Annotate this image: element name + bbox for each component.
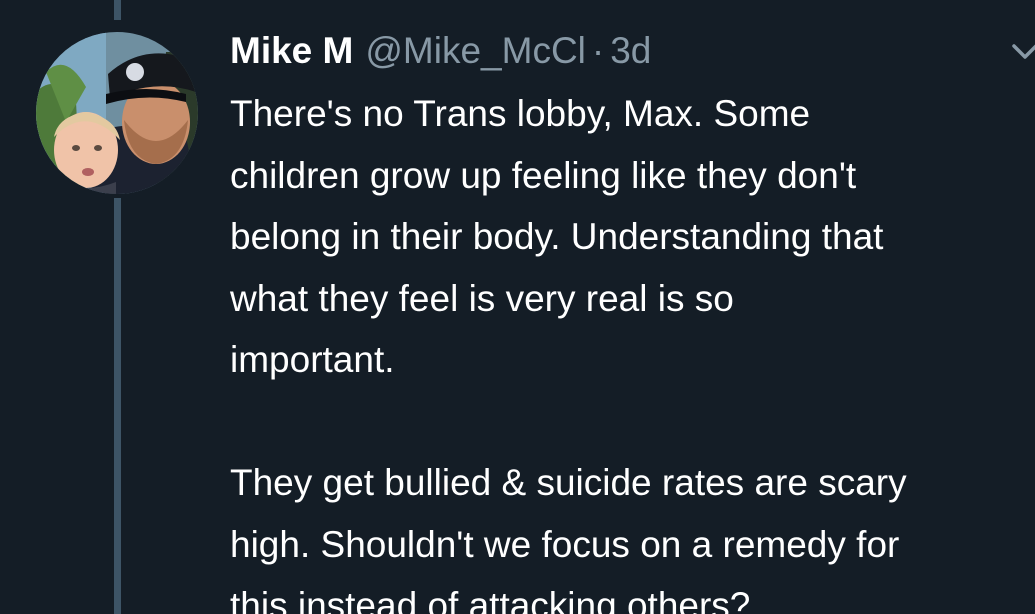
tweet-paragraph: There's no Trans lobby, Max. Some childr… xyxy=(230,93,884,380)
tweet-header: Mike M @Mike_McCl · 3d xyxy=(230,26,651,76)
thread-connector-top xyxy=(114,0,121,20)
tweet-body: There's no Trans lobby, Max. Some childr… xyxy=(230,83,1035,614)
thread-connector-bottom xyxy=(114,198,121,614)
timestamp[interactable]: 3d xyxy=(610,26,651,76)
separator-dot: · xyxy=(591,30,605,71)
tweet-paragraph: They get bullied & suicide rates are sca… xyxy=(230,462,907,614)
avatar-photo xyxy=(36,32,198,194)
user-handle[interactable]: @Mike_McCl xyxy=(365,26,586,76)
avatar[interactable] xyxy=(36,32,198,194)
display-name[interactable]: Mike M xyxy=(230,26,353,76)
chevron-down-icon[interactable] xyxy=(1010,40,1035,64)
